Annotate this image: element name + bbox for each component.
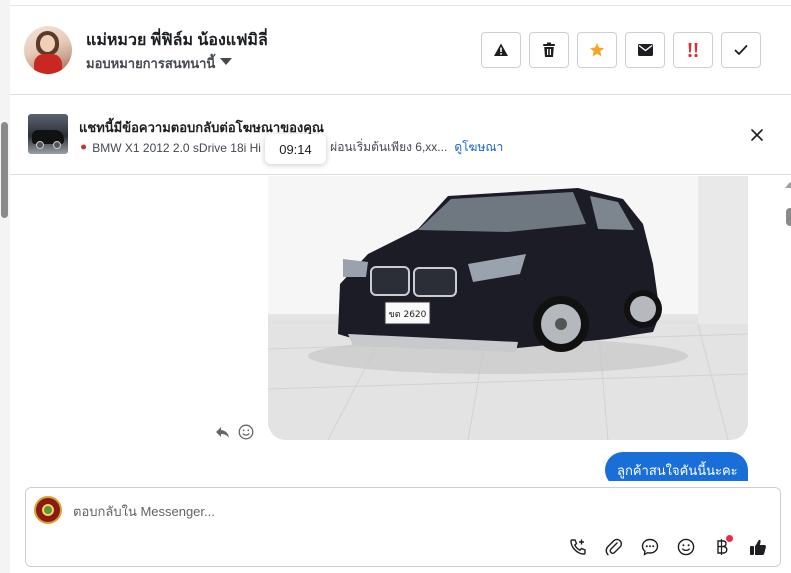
mark-unread-button[interactable] <box>625 32 665 68</box>
header-actions <box>481 32 761 68</box>
chat-scrollbar[interactable] <box>780 176 791 481</box>
ad-reply-banner: แชทนี้มีข้อความตอบกลับต่อโฆษณาของคุณ ⚫ B… <box>10 96 791 175</box>
chevron-down-icon <box>220 58 233 65</box>
payment-baht-icon[interactable] <box>709 534 735 560</box>
ad-thumbnail[interactable] <box>28 114 68 154</box>
emoji-icon[interactable] <box>673 534 699 560</box>
delete-button[interactable] <box>529 32 569 68</box>
car-image: ขต 2620 <box>268 176 748 440</box>
check-icon <box>734 45 748 55</box>
warning-icon <box>494 43 508 56</box>
reply-input[interactable] <box>73 502 573 520</box>
follow-up-button[interactable] <box>673 32 713 68</box>
incoming-car-photo[interactable]: ขต 2620 <box>268 176 748 440</box>
assign-conversation-dropdown[interactable]: มอบหมายการสนทนานี้ <box>86 53 233 74</box>
scroll-up-arrow-icon[interactable] <box>785 182 791 188</box>
close-banner-button[interactable] <box>746 124 768 146</box>
star-icon <box>590 43 604 57</box>
view-ad-link[interactable]: ดูโฆษณา <box>454 138 503 157</box>
trash-icon <box>543 42 555 57</box>
conversation-header: แม่หมวย พี่ฟิล์ม น้องแฟมิลี่ มอบหมายการส… <box>10 7 791 95</box>
page-scrollbar[interactable] <box>0 0 10 573</box>
contact-name: แม่หมวย พี่ฟิล์ม น้องแฟมิลี่ <box>86 32 268 49</box>
close-icon <box>751 129 763 141</box>
message-composer <box>25 487 781 567</box>
chat-scrollbar-thumb[interactable] <box>786 208 791 226</box>
reply-icon[interactable] <box>214 424 230 440</box>
exclamation-icon <box>688 43 698 58</box>
message-tools <box>214 424 254 440</box>
call-add-icon[interactable] <box>565 534 591 560</box>
composer-toolbar <box>565 534 771 560</box>
svg-text:ขต 2620: ขต 2620 <box>389 310 427 320</box>
ad-subtitle-start: BMW X1 2012 2.0 sDrive 18i Hi <box>92 140 261 155</box>
attachment-icon[interactable] <box>601 534 627 560</box>
star-button[interactable] <box>577 32 617 68</box>
contact-avatar[interactable] <box>24 26 72 74</box>
report-button[interactable] <box>481 32 521 68</box>
message-time-tooltip: 09:14 <box>265 134 326 164</box>
envelope-icon <box>637 44 653 56</box>
car-icon: ⚫ <box>79 142 89 154</box>
thumbs-up-icon[interactable] <box>745 534 771 560</box>
saved-reply-icon[interactable] <box>637 534 663 560</box>
notification-dot <box>726 535 733 542</box>
page-scrollbar-thumb[interactable] <box>1 122 8 218</box>
mark-done-button[interactable] <box>721 32 761 68</box>
ad-subtitle-end: ผ่อนเริ่มต้นเพียง 6,xx... <box>330 140 448 154</box>
page-avatar <box>34 496 62 524</box>
outgoing-message-bubble[interactable]: ลูกค้าสนใจคันนี้นะคะ <box>605 452 748 481</box>
assign-conversation-label: มอบหมายการสนทนานี้ <box>86 56 216 71</box>
top-border <box>10 0 791 6</box>
message-list[interactable]: ขต 2620 ลูกค้าสนใจคันนี้นะคะ <box>10 176 791 481</box>
react-emoji-icon[interactable] <box>238 424 254 440</box>
